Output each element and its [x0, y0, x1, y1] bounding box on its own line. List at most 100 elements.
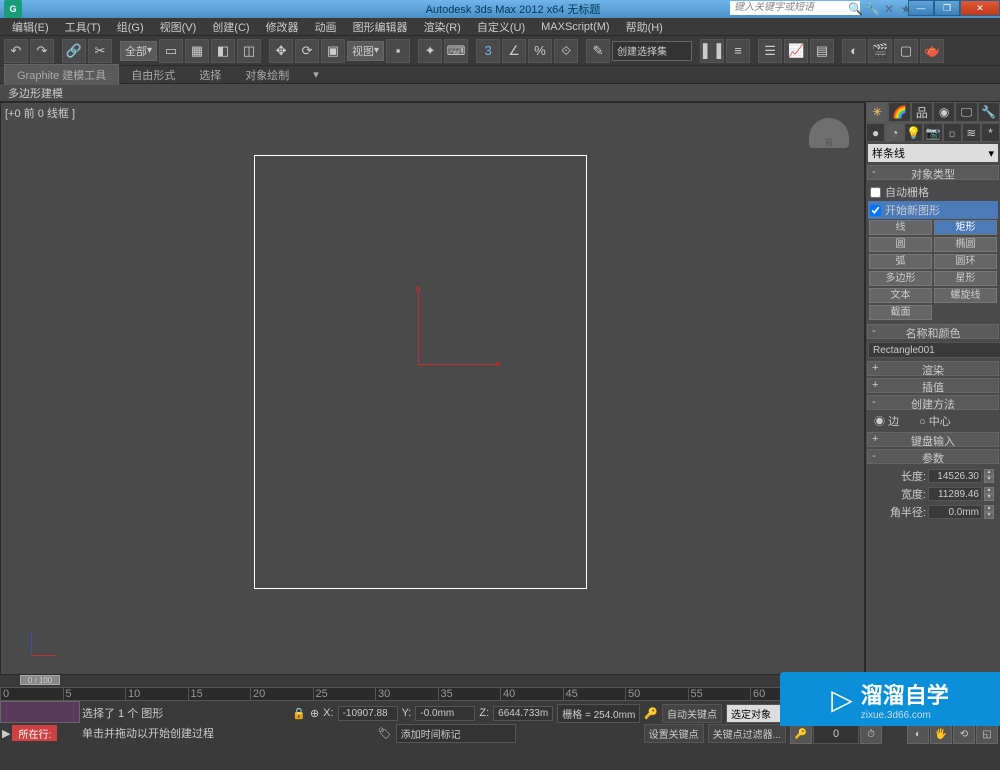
keyboard-shortcut-icon[interactable]: ⌨ [444, 39, 468, 63]
radio-edge[interactable]: ◉ 边 [874, 413, 899, 429]
pin-line-button[interactable]: 所在行: [12, 725, 57, 741]
script-arrow-icon[interactable]: ▶ [2, 727, 10, 740]
spacewarps-icon[interactable]: ≋ [962, 123, 981, 142]
startshape-checkbox[interactable] [870, 205, 881, 216]
helpers-icon[interactable]: ☼ [943, 123, 962, 142]
systems-icon[interactable]: * [981, 123, 1000, 142]
autogrid-checkbox[interactable] [870, 187, 881, 198]
lock-icon[interactable]: 🔒 [292, 707, 306, 720]
close-button[interactable]: ✕ [960, 0, 1000, 16]
selection-filter[interactable]: 全部 ▾ [120, 41, 157, 61]
cameras-icon[interactable]: 📷 [923, 123, 942, 142]
undo-icon[interactable]: ↶ [4, 39, 28, 63]
length-input[interactable] [928, 469, 982, 483]
menu-edit[interactable]: 编辑(E) [4, 19, 57, 35]
link-icon[interactable]: 🔗 [62, 39, 86, 63]
ribbon-tab-selection[interactable]: 选择 [187, 65, 233, 85]
menu-grapheditors[interactable]: 图形编辑器 [345, 19, 416, 35]
menu-customize[interactable]: 自定义(U) [469, 19, 533, 35]
object-name-input[interactable] [868, 342, 1000, 358]
app-logo[interactable]: G [4, 0, 22, 18]
menu-views[interactable]: 视图(V) [152, 19, 205, 35]
named-selection-combo[interactable]: 创建选择集 [612, 41, 692, 61]
unlink-icon[interactable]: ✂ [88, 39, 112, 63]
key-icon[interactable]: 🔑 [644, 707, 658, 720]
menu-maxscript[interactable]: MAXScript(M) [533, 21, 617, 33]
btn-star[interactable]: 星形 [934, 271, 996, 286]
width-spinner[interactable]: ▴▾ [984, 487, 994, 501]
time-slider[interactable]: 0 / 100 [20, 675, 60, 685]
align-icon[interactable]: ≡ [726, 39, 750, 63]
rollout-interpolation[interactable]: +插值 [867, 378, 999, 393]
menu-modifiers[interactable]: 修改器 [258, 19, 307, 35]
snap-icon[interactable]: 3 [476, 39, 500, 63]
btn-text[interactable]: 文本 [869, 288, 931, 303]
keyfilters-button[interactable]: 关键点过滤器... [708, 724, 786, 743]
display-tab-icon[interactable]: 🖵 [955, 102, 977, 122]
max-toggle-icon[interactable]: ◱ [976, 724, 998, 744]
pivot-icon[interactable]: ▪ [386, 39, 410, 63]
rollout-keyboard-entry[interactable]: +键盘输入 [867, 432, 999, 447]
trackbar-mini[interactable] [0, 701, 80, 723]
btn-arc[interactable]: 弧 [869, 254, 931, 269]
spinner-snap-icon[interactable]: ⟐ [554, 39, 578, 63]
rollout-object-type[interactable]: -对象类型 [867, 165, 999, 180]
select-name-icon[interactable]: ▦ [185, 39, 209, 63]
length-spinner[interactable]: ▴▾ [984, 469, 994, 483]
btn-helix[interactable]: 螺旋线 [934, 288, 996, 303]
category-dropdown[interactable]: 样条线▾ [868, 144, 998, 162]
render-setup-icon[interactable]: 🎬 [868, 39, 892, 63]
menu-tools[interactable]: 工具(T) [57, 19, 109, 35]
ref-coord-combo[interactable]: 视图 ▾ [347, 41, 384, 61]
rollout-parameters[interactable]: -参数 [867, 449, 999, 464]
current-frame-input[interactable] [813, 724, 859, 744]
manipulate-icon[interactable]: ✦ [418, 39, 442, 63]
btn-ngon[interactable]: 多边形 [869, 271, 931, 286]
redo-icon[interactable]: ↷ [30, 39, 54, 63]
viewport-front[interactable]: [+0 前 0 线框 ] 前 [0, 102, 865, 675]
material-icon[interactable]: ◐ [842, 39, 866, 63]
schematic-icon[interactable]: ▤ [810, 39, 834, 63]
editnamed-icon[interactable]: ✎ [586, 39, 610, 63]
autokey-button[interactable]: 自动关键点 [662, 704, 722, 723]
fov-icon[interactable]: ◐ [907, 724, 929, 744]
search-icon[interactable]: 🔍 [848, 2, 862, 16]
width-input[interactable] [928, 487, 982, 501]
scale-icon[interactable]: ▣ [321, 39, 345, 63]
viewport-label[interactable]: [+0 前 0 线框 ] [5, 105, 75, 121]
search-input[interactable]: 键入关键字或短语 [730, 1, 860, 15]
corner-input[interactable] [928, 505, 982, 519]
create-tab-icon[interactable]: ✳ [866, 102, 888, 122]
percent-snap-icon[interactable]: % [528, 39, 552, 63]
ribbon-tab-freeform[interactable]: 自由形式 [119, 65, 187, 85]
coord-mode-icon[interactable]: ⊕ [310, 707, 319, 720]
ribbon-panel-label[interactable]: 多边形建模 [0, 84, 1000, 102]
hierarchy-tab-icon[interactable]: 品 [911, 102, 933, 122]
btn-line[interactable]: 线 [869, 220, 931, 235]
render-frame-icon[interactable]: ▢ [894, 39, 918, 63]
minimize-button[interactable]: — [908, 0, 934, 16]
modify-tab-icon[interactable]: 🌈 [888, 102, 910, 122]
window-crossing-icon[interactable]: ◫ [237, 39, 261, 63]
move-icon[interactable]: ✥ [269, 39, 293, 63]
corner-spinner[interactable]: ▴▾ [984, 505, 994, 519]
viewcube[interactable]: 前 [809, 118, 849, 148]
time-config-icon[interactable]: ⏱ [860, 724, 882, 744]
lights-icon[interactable]: 💡 [904, 123, 923, 142]
curve-editor-icon[interactable]: 📈 [784, 39, 808, 63]
add-time-tag[interactable]: 添加时间标记 [396, 724, 516, 743]
signin-icon[interactable]: 🔧 [865, 2, 879, 16]
key-mode-icon[interactable]: 🔑 [790, 724, 812, 744]
rectangle-object[interactable] [254, 155, 587, 589]
angle-snap-icon[interactable]: ∠ [502, 39, 526, 63]
geometry-icon[interactable]: ● [866, 123, 885, 142]
rollout-name-color[interactable]: -名称和颜色 [867, 324, 999, 339]
rollout-creation-method[interactable]: -创建方法 [867, 395, 999, 410]
btn-donut[interactable]: 圆环 [934, 254, 996, 269]
maximize-button[interactable]: ❐ [934, 0, 960, 16]
selection-set-combo[interactable]: 选定对象 [726, 704, 786, 723]
menu-group[interactable]: 组(G) [109, 19, 152, 35]
z-coord[interactable]: 6644.733m [493, 706, 553, 721]
btn-ellipse[interactable]: 椭圆 [934, 237, 996, 252]
ribbon-toggle-icon[interactable]: ▾ [301, 66, 331, 83]
